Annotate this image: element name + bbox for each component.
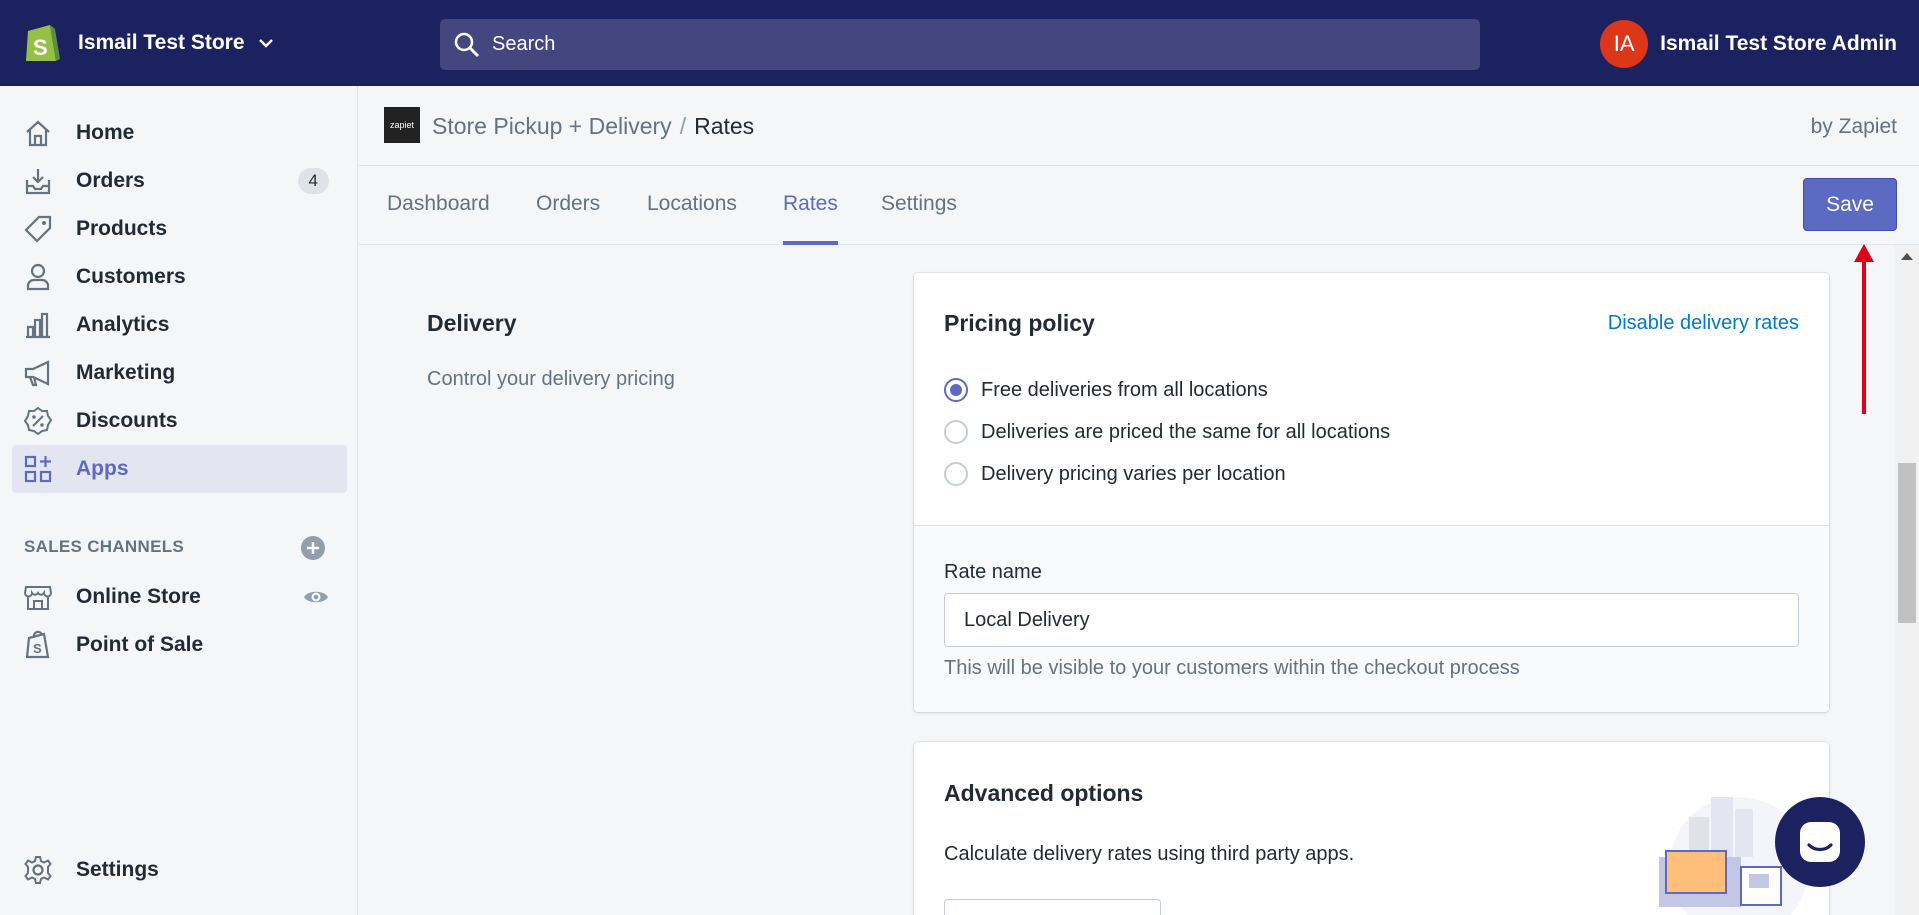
breadcrumb-separator: / [679, 113, 687, 139]
radio-option-same-price[interactable]: Deliveries are priced the same for all l… [944, 420, 1390, 444]
card-title: Pricing policy [944, 310, 1095, 336]
app-header: zapiet Store Pickup + Delivery / Rates by … [359, 86, 1919, 166]
person-icon [22, 261, 54, 293]
tab-locations[interactable]: Locations [647, 192, 737, 245]
add-circle-icon[interactable] [300, 535, 326, 561]
shopify-logo-icon: S [26, 25, 60, 61]
svg-text:S: S [33, 35, 48, 60]
chevron-down-icon [258, 39, 273, 48]
apps-icon [22, 453, 54, 485]
gear-icon [22, 854, 54, 886]
sidebar-item-customers[interactable]: Customers [12, 253, 347, 301]
sidebar-item-label: Analytics [76, 313, 170, 336]
home-icon [22, 117, 54, 149]
sidebar: Home Orders 4 Products Customers Analyti… [0, 86, 358, 915]
store-switcher[interactable]: S Ismail Test Store [22, 0, 275, 86]
card-title: Advanced options [944, 780, 1144, 806]
scroll-up-arrow-icon[interactable] [1901, 253, 1913, 260]
search-bar[interactable] [440, 19, 1480, 70]
page-scrollbar[interactable] [1895, 245, 1919, 915]
sidebar-item-label: Products [76, 217, 168, 240]
shopping-bag-icon: S [22, 629, 54, 661]
tag-icon [22, 213, 54, 245]
zapiet-logo: zapiet [384, 107, 420, 143]
sidebar-item-label: Home [76, 121, 135, 144]
divider [914, 525, 1829, 526]
radio-label: Free deliveries from all locations [981, 378, 1268, 401]
chat-icon [1800, 822, 1840, 862]
radio-button[interactable] [944, 420, 968, 444]
svg-text:S: S [33, 641, 42, 656]
orders-icon [22, 165, 54, 197]
sales-channels-heading: SALES CHANNELS [24, 537, 185, 556]
megaphone-icon [22, 357, 54, 389]
discount-icon [22, 405, 54, 437]
account-name: Ismail Test Store Admin [1660, 32, 1897, 55]
sidebar-item-orders[interactable]: Orders 4 [12, 157, 347, 205]
sidebar-item-apps[interactable]: Apps [12, 445, 347, 493]
sidebar-item-label: Online Store [76, 585, 201, 608]
sidebar-item-label: Orders [76, 169, 145, 192]
eye-icon[interactable] [303, 588, 329, 606]
sidebar-item-label: Discounts [76, 409, 178, 432]
advanced-options-description: Calculate delivery rates using third par… [944, 843, 1355, 865]
rate-name-label: Rate name [944, 561, 1042, 583]
rate-name-input[interactable] [944, 593, 1799, 647]
bar-chart-icon [22, 309, 54, 341]
tab-dashboard[interactable]: Dashboard [387, 192, 490, 245]
tab-orders[interactable]: Orders [536, 192, 600, 245]
sidebar-item-online-store[interactable]: Online Store [12, 573, 347, 621]
section-title: Delivery [427, 310, 517, 336]
orders-count-badge: 4 [297, 168, 329, 194]
breadcrumb-parent-link[interactable]: Store Pickup + Delivery [432, 113, 672, 139]
sidebar-item-products[interactable]: Products [12, 205, 347, 253]
sidebar-item-settings[interactable]: Settings [12, 846, 347, 894]
breadcrumb-current: Rates [694, 113, 755, 139]
store-name: Ismail Test Store [78, 31, 245, 54]
breadcrumb: Store Pickup + Delivery / Rates [432, 113, 754, 140]
pricing-policy-card: Pricing policy Disable delivery rates Fr… [914, 273, 1829, 712]
sidebar-item-discounts[interactable]: Discounts [12, 397, 347, 445]
save-button[interactable]: Save [1803, 178, 1897, 231]
avatar: IA [1600, 20, 1649, 68]
chat-launcher-button[interactable] [1775, 797, 1865, 887]
sidebar-item-label: Apps [76, 457, 129, 480]
annotation-arrow-icon [1854, 244, 1874, 414]
tab-settings[interactable]: Settings [881, 192, 957, 245]
advanced-options-card: Advanced options Calculate delivery rate… [914, 742, 1829, 915]
sidebar-item-marketing[interactable]: Marketing [12, 349, 347, 397]
search-icon [454, 32, 480, 57]
app-byline: by Zapiet [1810, 115, 1897, 138]
scroll-thumb[interactable] [1898, 463, 1916, 623]
sidebar-item-analytics[interactable]: Analytics [12, 301, 347, 349]
radio-label: Delivery pricing varies per location [981, 462, 1286, 485]
store-icon [22, 581, 54, 613]
radio-button[interactable] [944, 378, 968, 402]
app-tabs: Dashboard Orders Locations Rates Setting… [359, 166, 1919, 245]
sidebar-item-label: Marketing [76, 361, 176, 384]
disable-delivery-rates-link[interactable]: Disable delivery rates [1608, 312, 1799, 335]
search-input[interactable] [492, 33, 1392, 56]
sidebar-item-label: Settings [76, 858, 159, 881]
radio-option-varies[interactable]: Delivery pricing varies per location [944, 462, 1286, 486]
tab-rates[interactable]: Rates [783, 192, 838, 245]
top-bar: S Ismail Test Store IA Ismail Test Store… [0, 0, 1919, 86]
section-description: Control your delivery pricing [427, 368, 675, 390]
advanced-options-button[interactable] [944, 899, 1161, 915]
sidebar-item-label: Customers [76, 265, 186, 288]
account-menu[interactable]: IA Ismail Test Store Admin [1600, 19, 1897, 69]
sidebar-item-label: Point of Sale [76, 633, 204, 656]
radio-label: Deliveries are priced the same for all l… [981, 420, 1391, 443]
sidebar-item-home[interactable]: Home [12, 109, 347, 157]
radio-button[interactable] [944, 462, 968, 486]
rate-name-help-text: This will be visible to your customers w… [944, 657, 1520, 679]
radio-option-free[interactable]: Free deliveries from all locations [944, 378, 1268, 402]
sidebar-item-point-of-sale[interactable]: S Point of Sale [12, 621, 347, 669]
